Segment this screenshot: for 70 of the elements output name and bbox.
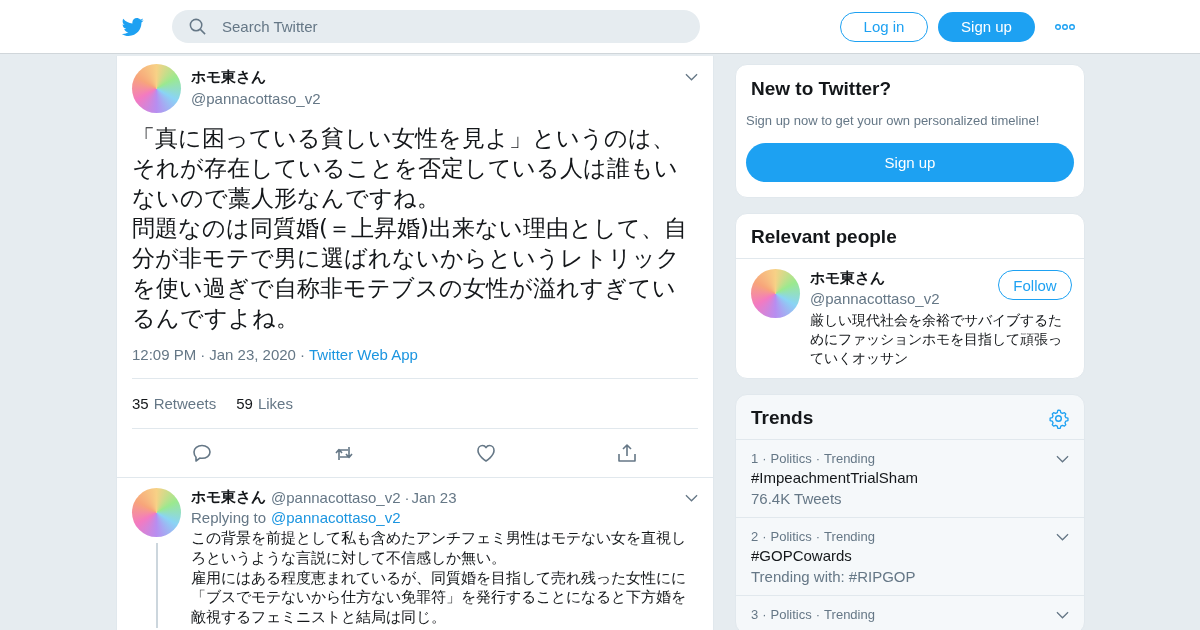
- separator-dot: ·: [815, 607, 821, 622]
- trend-status: Trending: [824, 451, 875, 466]
- caret-icon[interactable]: [1056, 611, 1069, 619]
- trend-status: Trending: [824, 607, 875, 622]
- user-handle[interactable]: @pannacottaso_v2: [810, 290, 940, 307]
- user-handle[interactable]: @pannacottaso_v2: [271, 489, 401, 506]
- user-bio: 厳しい現代社会を余裕でサバイブするためにファッションホモを目指して頑張っていくオッサン: [810, 311, 1063, 368]
- trend-item[interactable]: 1 · Politics · Trending #ImpeachmentTrialSham 76.4K Tweets: [736, 440, 1084, 518]
- follow-button[interactable]: Follow: [998, 270, 1072, 300]
- tweet-text: この背景を前提として私も含めたアンチフェミ男性はモテない女を直視しろというような言説に対して不信感しか無い。: [191, 529, 687, 569]
- stat-label[interactable]: Retweets: [153, 394, 217, 412]
- trend-name: #ImpeachmentTrialSham: [751, 469, 919, 486]
- separator-dot: ·: [815, 451, 821, 466]
- share-icon[interactable]: [616, 442, 638, 464]
- caret-icon[interactable]: [685, 493, 698, 502]
- stat-count[interactable]: 35: [132, 394, 149, 412]
- caret-icon[interactable]: [1056, 533, 1069, 541]
- user-handle[interactable]: @pannacottaso_v2: [191, 90, 321, 107]
- tweet-text: 「真に困っている貧しい女性を見よ」というのは、それが存在していることを否定している人は誰もいないので藁人形なんですね。: [132, 124, 679, 213]
- card-title: Trends: [751, 407, 814, 429]
- card-title: New to Twitter?: [750, 77, 893, 100]
- search-icon: [188, 17, 207, 36]
- separator-dot: ·: [762, 451, 767, 466]
- user-name[interactable]: ホモ東さん: [191, 68, 266, 87]
- mention-link[interactable]: @pannacottaso_v2: [271, 509, 401, 526]
- trend-name: #GOPCowards: [751, 547, 853, 564]
- signup-button[interactable]: Sign up: [938, 11, 1035, 42]
- separator-dot: ·: [200, 346, 206, 363]
- more-icon[interactable]: [1055, 22, 1075, 31]
- tweet-text: 問題なのは同質婚(＝上昇婚)出来ない理由として、自分が非モテで男に選ばれないからというレトリックを使い過ぎで自称非モテブスの女性が溢れすぎているんですよね。: [132, 214, 688, 333]
- signup-button[interactable]: Sign up: [746, 143, 1074, 182]
- separator-dot: ·: [299, 346, 305, 363]
- user-name[interactable]: ホモ東さん: [810, 269, 885, 288]
- search-field[interactable]: Search Twitter: [172, 10, 700, 43]
- tweet-date[interactable]: Jan 23: [411, 489, 457, 506]
- card-title: Relevant people: [736, 214, 1084, 259]
- caret-icon[interactable]: [685, 73, 698, 81]
- trend-category: Politics: [770, 607, 812, 622]
- tweet-time[interactable]: 12:09 PM: [132, 346, 197, 363]
- trend-detail: 76.4K Tweets: [751, 490, 843, 507]
- trend-detail: Trending with: #RIPGOP: [751, 568, 917, 585]
- separator-dot: ·: [762, 607, 767, 622]
- login-button[interactable]: Log in: [840, 11, 928, 42]
- separator-dot: ·: [762, 529, 767, 544]
- settings-icon[interactable]: [1048, 407, 1069, 429]
- caret-icon[interactable]: [1056, 455, 1069, 463]
- trend-category: Politics: [770, 451, 812, 466]
- avatar[interactable]: [751, 269, 800, 318]
- tweet-text: 雇用にはある程度恵まれているが、同質婚を目指して売れ残った女性にに「ブスでモテないから仕方ない免罪符」を発行することになると下方婚を敵視するフェミニストと結局は同じ。: [191, 568, 687, 628]
- heart-icon[interactable]: [474, 442, 497, 464]
- stat-label[interactable]: Likes: [257, 394, 293, 412]
- separator-dot: ·: [815, 529, 821, 544]
- tweet-date[interactable]: Jan 23, 2020: [209, 346, 296, 363]
- card-subtitle: Sign up now to get your own personalized timeline!: [745, 112, 1041, 128]
- trend-rank: 2: [751, 529, 759, 544]
- separator-dot: ·: [404, 489, 410, 506]
- speech-bubble-icon[interactable]: [192, 442, 214, 464]
- avatar[interactable]: [132, 64, 181, 113]
- trend-rank: 1: [751, 451, 759, 466]
- replying-label: Replying to: [191, 509, 267, 526]
- trend-item[interactable]: 3 · Politics · Trending: [736, 596, 1084, 630]
- bird-logo-icon[interactable]: [120, 15, 146, 38]
- avatar[interactable]: [132, 488, 181, 537]
- trend-category: Politics: [770, 529, 812, 544]
- user-name[interactable]: ホモ東さん: [191, 488, 266, 507]
- trend-status: Trending: [824, 529, 875, 544]
- stat-count[interactable]: 59: [236, 394, 253, 412]
- source-link[interactable]: Twitter Web App: [308, 346, 418, 363]
- trend-rank: 3: [751, 607, 759, 622]
- trend-item[interactable]: 2 · Politics · Trending #GOPCowards Trending with: #RIPGOP: [736, 518, 1084, 596]
